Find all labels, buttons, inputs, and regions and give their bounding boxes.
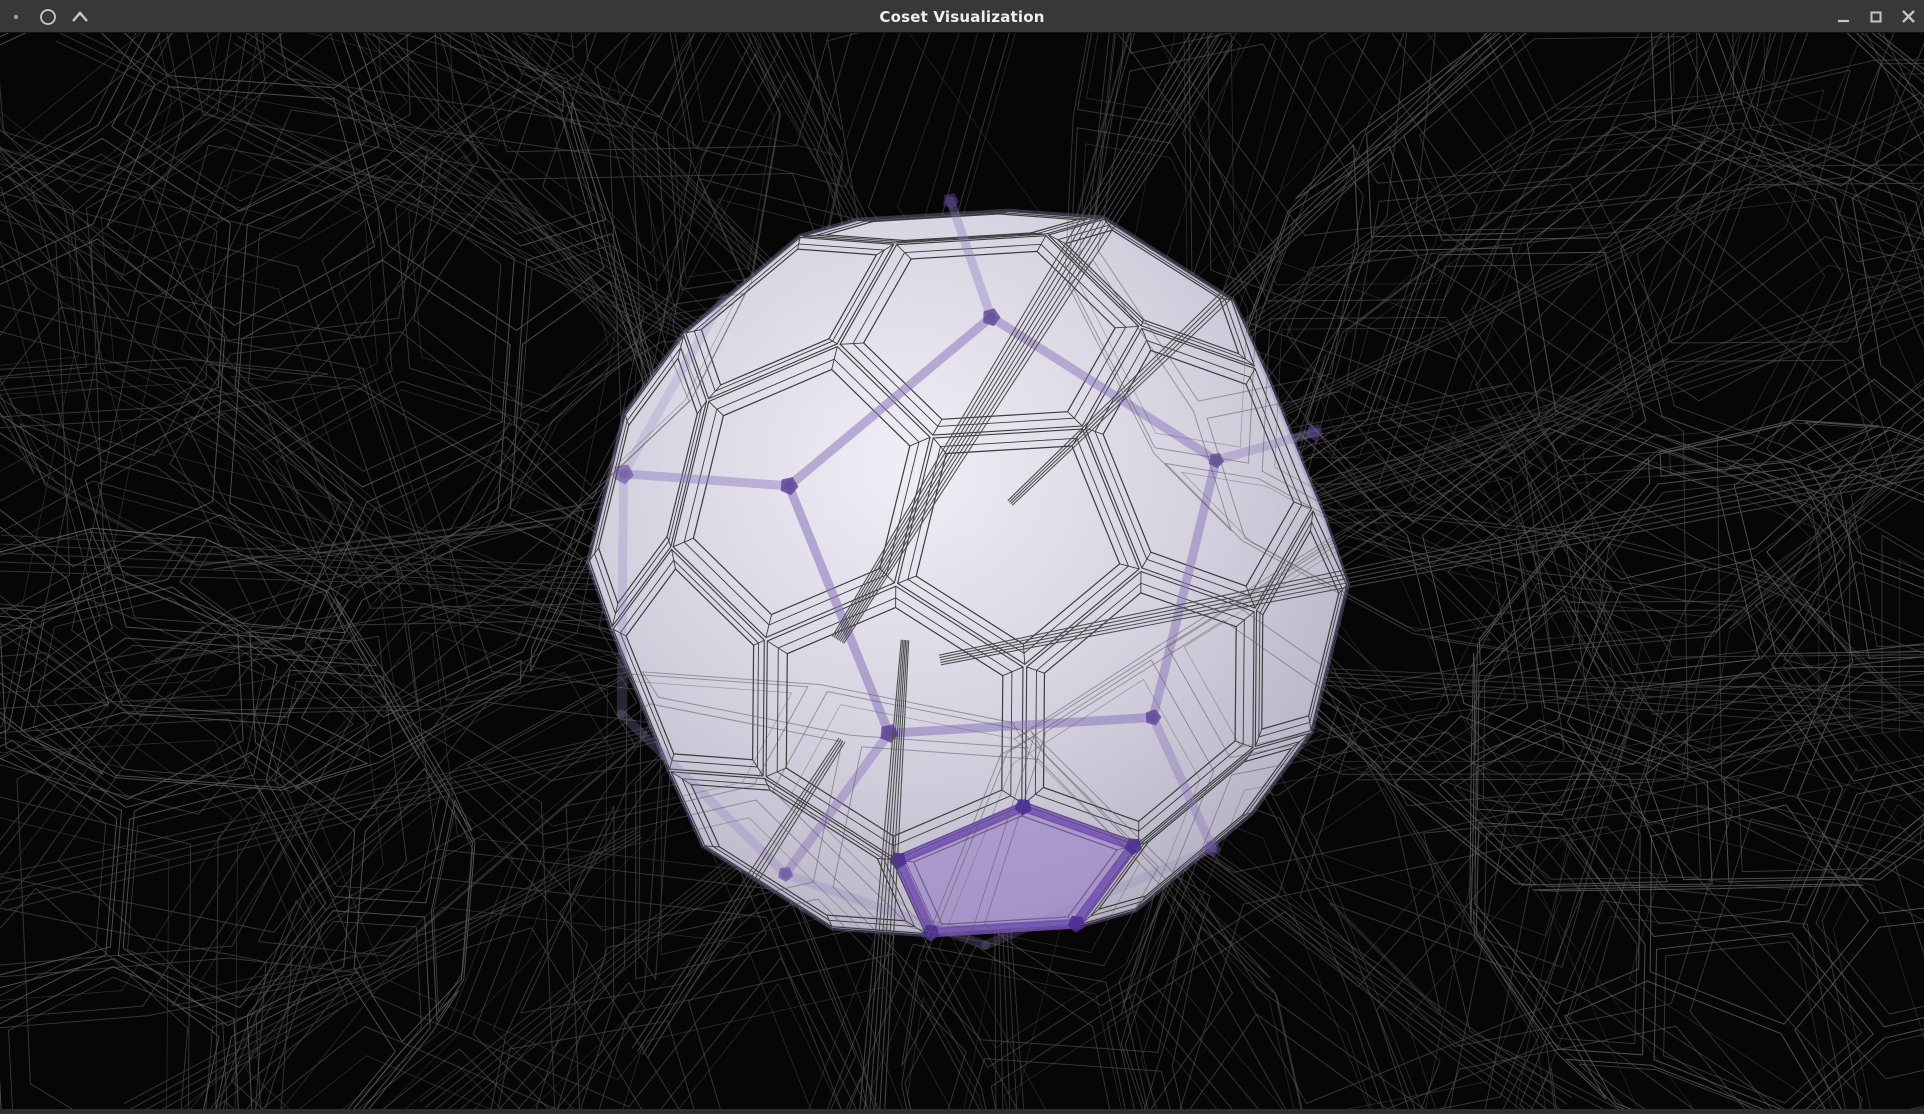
titlebar-left-controls [0,0,96,33]
app-dot-icon [0,0,32,33]
window-title: Coset Visualization [0,0,1924,33]
3d-viewport[interactable] [0,33,1924,1114]
close-button[interactable] [1892,0,1924,33]
record-circle-icon[interactable] [32,0,64,33]
titlebar-right-controls [1828,0,1924,33]
titlebar: Coset Visualization [0,0,1924,33]
bottom-window-strip [0,1109,1924,1114]
maximize-button[interactable] [1860,0,1892,33]
app-window: Coset Visualization [0,0,1924,1114]
minimize-button[interactable] [1828,0,1860,33]
coset-scene-canvas[interactable] [0,33,1924,1114]
caret-up-icon[interactable] [64,0,96,33]
